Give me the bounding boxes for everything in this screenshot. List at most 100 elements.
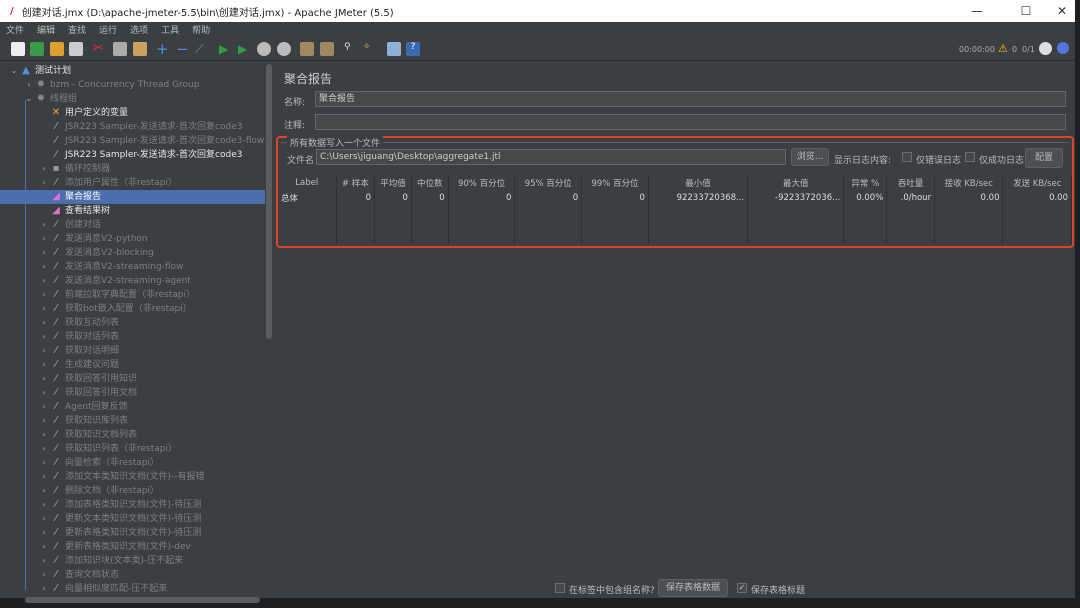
save-table-button[interactable]: 保存表格数据: [658, 579, 728, 597]
tree-item[interactable]: › ⁄ 添加知识块(文本类)-压不起来: [38, 554, 183, 568]
success-only-checkbox[interactable]: [965, 152, 975, 162]
comment-input[interactable]: [315, 114, 1066, 130]
chevron-right-icon[interactable]: ›: [38, 316, 50, 330]
tree-item[interactable]: › ⁄ 获取对话明细: [38, 344, 119, 358]
tree-item[interactable]: › ⁄ 向量相似度匹配-压不起来: [38, 582, 167, 596]
clear-icon[interactable]: [300, 42, 314, 56]
column-header[interactable]: 中位数: [411, 174, 449, 191]
clear-all-icon[interactable]: [320, 42, 334, 56]
chevron-down-icon[interactable]: ⌄: [8, 64, 20, 78]
function-helper-icon[interactable]: [387, 42, 401, 56]
tree-item[interactable]: › ⁄ 删除文档（非restapi）: [38, 484, 159, 498]
tree-item[interactable]: ⌄ ▲ 测试计划: [8, 64, 71, 78]
chevron-right-icon[interactable]: ›: [38, 302, 50, 316]
reset-search-icon[interactable]: ✧: [363, 42, 377, 56]
column-header[interactable]: 99% 百分位: [581, 174, 649, 191]
column-header[interactable]: 平均值: [374, 174, 412, 191]
chevron-right-icon[interactable]: ›: [38, 218, 50, 232]
save-header-checkbox[interactable]: ✓: [737, 583, 747, 593]
tree-item[interactable]: › ⁄ 获取bot嵌入配置（非restapi）: [38, 302, 191, 316]
menu-item[interactable]: 查找: [68, 23, 86, 36]
chevron-right-icon[interactable]: ›: [38, 400, 50, 414]
menu-item[interactable]: 运行: [99, 23, 117, 36]
chevron-right-icon[interactable]: ›: [38, 162, 50, 176]
tree-item[interactable]: › ⁄ 发送消息V2-blocking: [38, 246, 154, 260]
remote-icon[interactable]: [1039, 42, 1052, 55]
tree-item[interactable]: ⁄ JSR223 Sampler-发送请求-首次回复code3: [38, 120, 242, 134]
new-icon[interactable]: [11, 42, 25, 56]
tree-item[interactable]: › ⁄ 创建对话: [38, 218, 101, 232]
chevron-right-icon[interactable]: ›: [38, 246, 50, 260]
column-header[interactable]: 发送 KB/sec: [1002, 174, 1072, 191]
column-header[interactable]: 接收 KB/sec: [934, 174, 1004, 191]
tree-scrollbar[interactable]: [265, 61, 273, 598]
copy-icon[interactable]: [113, 42, 127, 56]
tree-item[interactable]: › ⁄ 添加表格类知识文档(文件)-待压测: [38, 498, 201, 512]
tree-item[interactable]: ⁄ JSR223 Sampler-发送请求-首次回复code3: [38, 148, 242, 162]
start-icon[interactable]: ▶: [219, 42, 233, 56]
save-icon[interactable]: [69, 42, 83, 56]
errors-only-checkbox[interactable]: [902, 152, 912, 162]
tree-item[interactable]: › ⁄ 获取回答引用知识: [38, 372, 137, 386]
shutdown-icon[interactable]: [277, 42, 291, 56]
chevron-right-icon[interactable]: ›: [38, 568, 50, 582]
menu-item[interactable]: 文件: [6, 23, 24, 36]
chevron-right-icon[interactable]: ›: [38, 288, 50, 302]
chevron-right-icon[interactable]: ›: [38, 330, 50, 344]
chevron-right-icon[interactable]: ›: [38, 372, 50, 386]
tree-item[interactable]: › ⁄ 更新表格类知识文档(文件)-dev: [38, 540, 190, 554]
minimize-button[interactable]: —: [960, 0, 994, 22]
chevron-right-icon[interactable]: ›: [38, 274, 50, 288]
tree-item[interactable]: › ⁄ 生成建议问题: [38, 358, 119, 372]
cut-icon[interactable]: ✂: [93, 42, 107, 56]
filename-input[interactable]: C:\Users\jiguang\Desktop\aggregate1.jtl: [316, 149, 786, 165]
tree-item[interactable]: › ⁄ 获取对话列表: [38, 330, 119, 344]
tree-item[interactable]: › ⁄ 添加文本类知识文档(文件)--有报错: [38, 470, 204, 484]
tree-item[interactable]: ◢ 聚合报告: [0, 190, 265, 204]
tree-item[interactable]: ⌄ ✹ 线程组: [23, 92, 77, 106]
maximize-button[interactable]: ☐: [1009, 0, 1043, 22]
start-no-pause-icon[interactable]: ▶: [238, 42, 252, 56]
chevron-right-icon[interactable]: ›: [38, 582, 50, 596]
toggle-icon[interactable]: ⟋: [195, 42, 209, 56]
tree-item[interactable]: ⁄ JSR223 Sampler-发送请求-首次回复code3-flow不适合: [38, 134, 265, 148]
open-icon[interactable]: [50, 42, 64, 56]
chevron-down-icon[interactable]: ⌄: [23, 92, 35, 106]
close-button[interactable]: ✕: [1045, 0, 1079, 22]
chevron-right-icon[interactable]: ›: [38, 540, 50, 554]
tree-item[interactable]: › ⁄ 更新文本类知识文档(文件)-待压测: [38, 512, 201, 526]
tree-item[interactable]: › ⁄ 更新表格类知识文档(文件)-待压测: [38, 526, 201, 540]
chevron-right-icon[interactable]: ›: [38, 512, 50, 526]
tree-item[interactable]: › ⁄ 获取知识列表（非restapi）: [38, 442, 177, 456]
column-header[interactable]: # 样本: [336, 174, 376, 191]
chevron-right-icon[interactable]: ›: [38, 344, 50, 358]
chevron-right-icon[interactable]: ›: [38, 414, 50, 428]
chevron-right-icon[interactable]: ›: [38, 470, 50, 484]
tree-item[interactable]: › ▪ 循环控制器: [38, 162, 110, 176]
tree-item[interactable]: ✕ 用户定义的变量: [38, 106, 128, 120]
chevron-right-icon[interactable]: ›: [38, 456, 50, 470]
column-header[interactable]: 吞吐量: [886, 174, 936, 191]
column-header[interactable]: 95% 百分位: [514, 174, 583, 191]
tree-item[interactable]: › ⁄ 发送消息V2-python: [38, 232, 147, 246]
tree-item[interactable]: › ⁄ 获取知识文档列表: [38, 428, 137, 442]
column-header[interactable]: 最小值: [648, 174, 749, 191]
chevron-right-icon[interactable]: ›: [38, 176, 50, 190]
help-icon[interactable]: ?: [406, 42, 420, 56]
scrollbar-thumb[interactable]: [266, 64, 272, 339]
include-group-checkbox[interactable]: [555, 583, 565, 593]
column-header[interactable]: Label: [278, 174, 337, 191]
chevron-right-icon[interactable]: ›: [38, 554, 50, 568]
table-row[interactable]: 总体 0 0 0 0 0 0 92233720368... -9223372036... 0.00…: [278, 191, 1072, 205]
menu-item[interactable]: 帮助: [192, 23, 210, 36]
templates-icon[interactable]: [30, 42, 44, 56]
menu-item[interactable]: 工具: [161, 23, 179, 36]
search-icon[interactable]: ⚲: [344, 42, 358, 56]
tree-item[interactable]: › ⁄ 获取知识库列表: [38, 414, 128, 428]
column-header[interactable]: 最大值: [747, 174, 845, 191]
column-header[interactable]: 90% 百分位: [448, 174, 516, 191]
expand-icon[interactable]: +: [156, 42, 170, 57]
configure-button[interactable]: 配置: [1025, 148, 1063, 168]
chevron-right-icon[interactable]: ›: [38, 526, 50, 540]
tree-item[interactable]: › ⁄ 获取回答引用文档: [38, 386, 137, 400]
